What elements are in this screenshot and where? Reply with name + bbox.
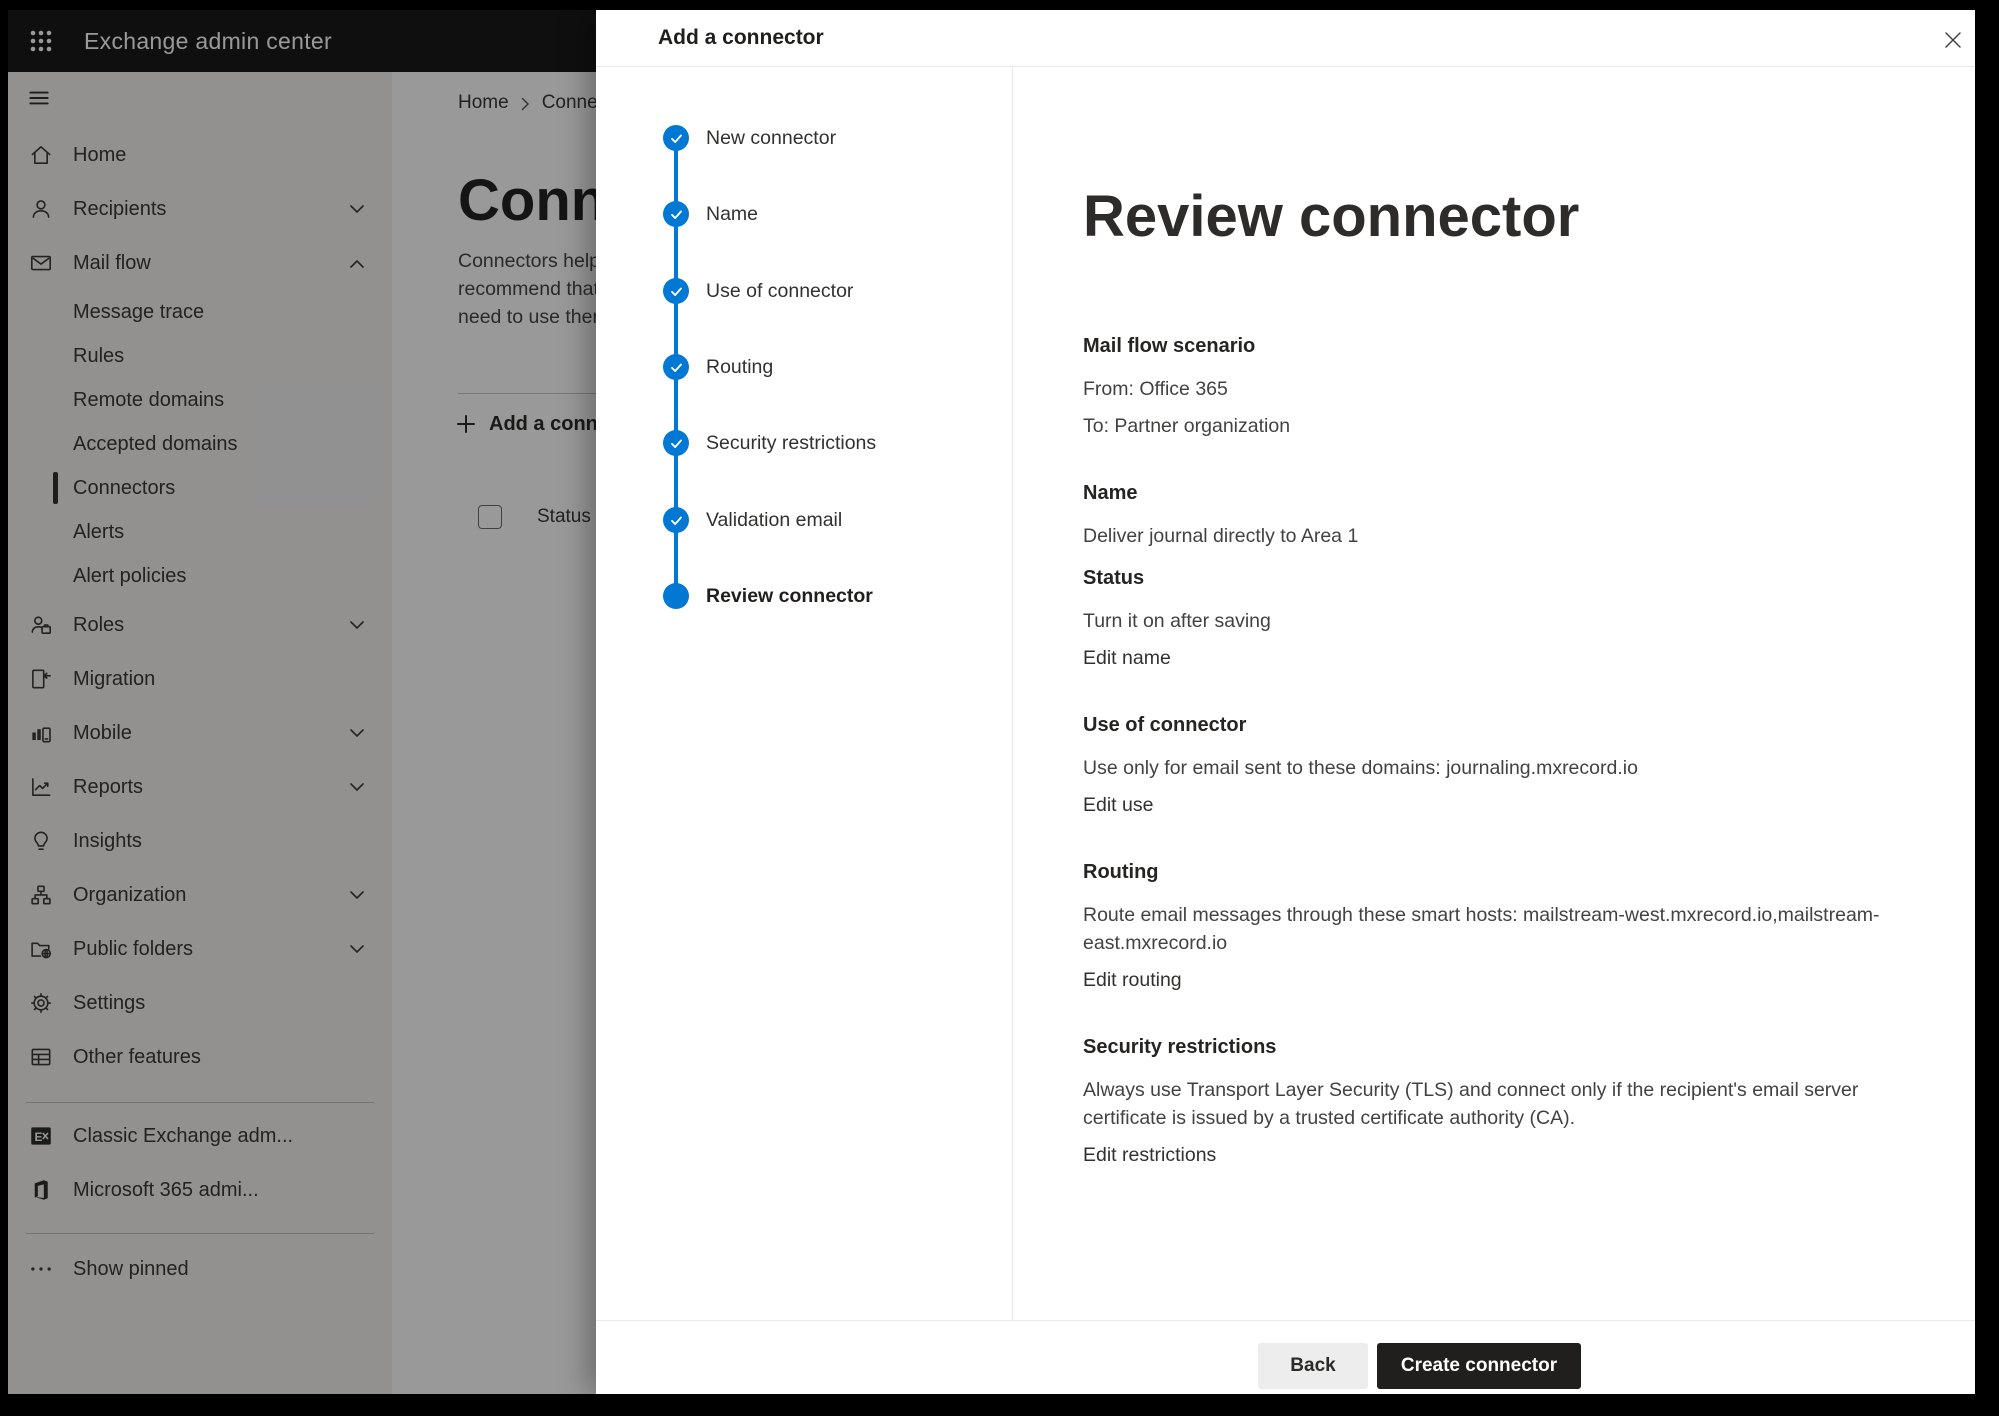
wizard-title: Add a connector <box>658 26 824 50</box>
use-value: Use only for email sent to these domains… <box>1083 754 1913 782</box>
routing-value: Route email messages through these smart… <box>1083 901 1913 957</box>
status-heading: Status <box>1083 565 1935 592</box>
section-heading: Name <box>1083 480 1935 507</box>
review-connector-content: Review connector Mail flow scenario From… <box>1013 67 1975 1320</box>
edit-restrictions-link[interactable]: Edit restrictions <box>1083 1141 1216 1169</box>
step-complete-check-icon <box>663 507 689 533</box>
wizard-body: New connector Name Use of connector Rout… <box>596 67 1975 1320</box>
step-complete-check-icon <box>663 278 689 304</box>
section-mail-flow-scenario: Mail flow scenario From: Office 365 To: … <box>1083 333 1935 440</box>
wizard-footer: Back Create connector <box>596 1320 1975 1394</box>
edit-use-link[interactable]: Edit use <box>1083 791 1153 819</box>
mail-flow-from: From: Office 365 <box>1083 375 1913 403</box>
section-heading: Use of connector <box>1083 712 1935 739</box>
section-name: Name Deliver journal directly to Area 1 … <box>1083 480 1935 672</box>
back-button[interactable]: Back <box>1258 1343 1368 1389</box>
step-current-dot-icon <box>663 583 689 609</box>
wizard-header: Add a connector <box>596 10 1975 67</box>
security-value: Always use Transport Layer Security (TLS… <box>1083 1076 1913 1132</box>
step-complete-check-icon <box>663 354 689 380</box>
wizard-steps-rail: New connector Name Use of connector Rout… <box>596 67 1013 1320</box>
mail-flow-to: To: Partner organization <box>1083 412 1913 440</box>
add-connector-wizard-panel: Add a connector New connector Name Use o <box>596 10 1975 1394</box>
step-new-connector[interactable]: New connector <box>663 125 836 151</box>
section-use-of-connector: Use of connector Use only for email sent… <box>1083 712 1935 819</box>
step-security-restrictions[interactable]: Security restrictions <box>663 430 876 456</box>
step-complete-check-icon <box>663 201 689 227</box>
section-heading: Routing <box>1083 859 1935 886</box>
close-icon[interactable] <box>1937 24 1969 56</box>
edit-routing-link[interactable]: Edit routing <box>1083 966 1182 994</box>
connector-name-value: Deliver journal directly to Area 1 <box>1083 522 1913 550</box>
edit-name-link[interactable]: Edit name <box>1083 644 1171 672</box>
create-connector-button[interactable]: Create connector <box>1377 1343 1581 1389</box>
review-heading: Review connector <box>1083 185 1935 249</box>
section-heading: Security restrictions <box>1083 1034 1935 1061</box>
step-review-connector-current[interactable]: Review connector <box>663 583 873 609</box>
step-use-of-connector[interactable]: Use of connector <box>663 278 853 304</box>
exchange-admin-center-screenshot: { "topbar": { "app_title": "Exchange adm… <box>0 0 1999 1416</box>
step-name[interactable]: Name <box>663 201 758 227</box>
app-window: Exchange admin center Home Recipients Ma… <box>8 10 1975 1394</box>
step-validation-email[interactable]: Validation email <box>663 507 842 533</box>
step-complete-check-icon <box>663 430 689 456</box>
step-complete-check-icon <box>663 125 689 151</box>
section-security-restrictions: Security restrictions Always use Transpo… <box>1083 1034 1935 1169</box>
step-routing[interactable]: Routing <box>663 354 773 380</box>
section-routing: Routing Route email messages through the… <box>1083 859 1935 994</box>
status-value: Turn it on after saving <box>1083 607 1913 635</box>
section-heading: Mail flow scenario <box>1083 333 1935 360</box>
